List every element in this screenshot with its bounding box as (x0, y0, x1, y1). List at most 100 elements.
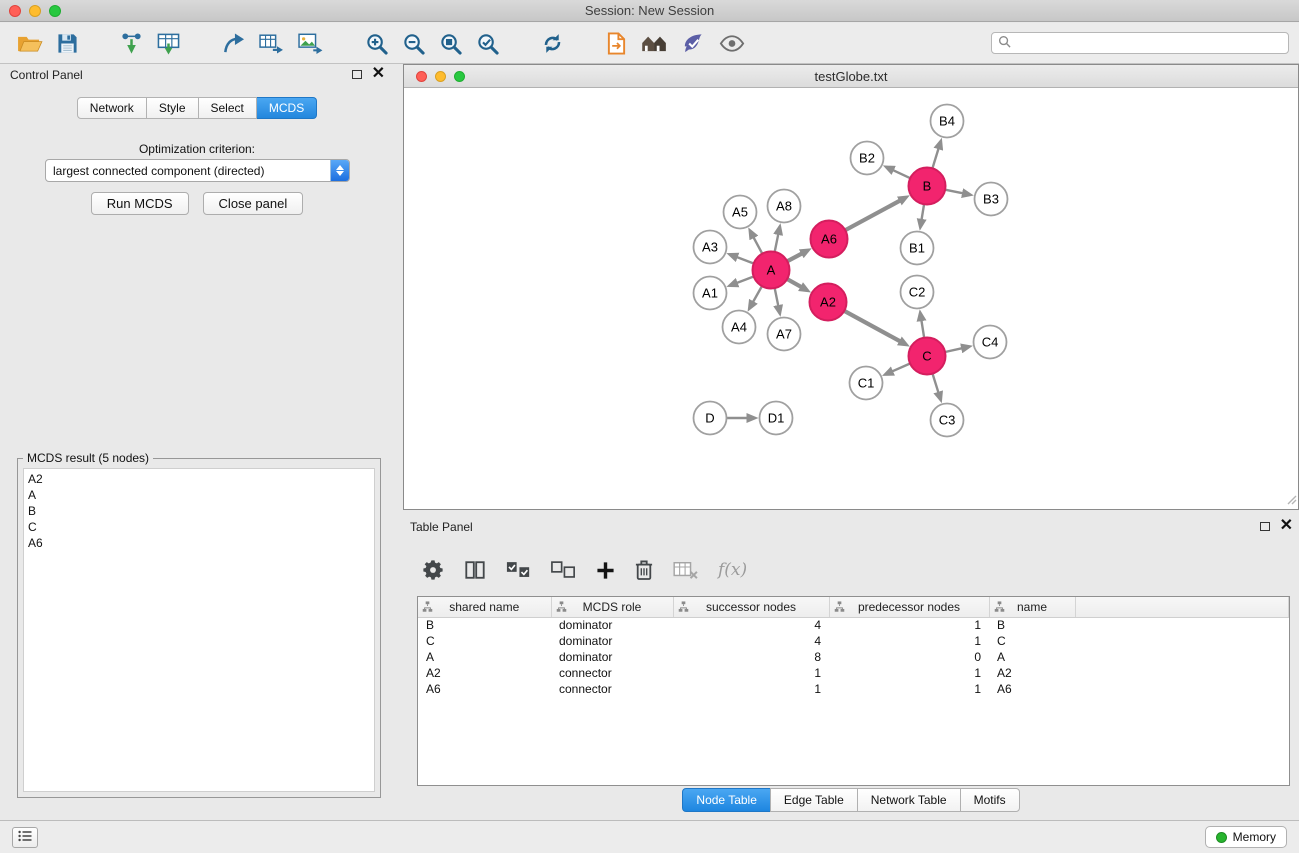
node-B4[interactable]: B4 (931, 105, 964, 138)
network-window-titlebar[interactable]: testGlobe.txt (404, 65, 1298, 88)
node-D[interactable]: D (694, 402, 727, 435)
tab-node-table[interactable]: Node Table (682, 788, 771, 812)
node-C[interactable]: C (909, 338, 946, 375)
node-A4[interactable]: A4 (723, 311, 756, 344)
column-header-predecessor-nodes[interactable]: predecessor nodes (829, 597, 989, 617)
edge-A-A5[interactable] (753, 237, 762, 254)
edge-A6-B[interactable] (845, 201, 900, 231)
minimize-network-button[interactable] (435, 71, 446, 82)
node-B2[interactable]: B2 (851, 142, 884, 175)
table-row[interactable]: A2connector11A2 (418, 665, 1289, 681)
export-table-button[interactable] (252, 29, 291, 57)
open-document-button[interactable] (599, 29, 634, 58)
node-A1[interactable]: A1 (694, 277, 727, 310)
edge-C-C4[interactable] (945, 348, 962, 352)
zoom-selected-button[interactable] (469, 29, 506, 58)
edge-B-B4[interactable] (932, 148, 938, 168)
help-button[interactable] (675, 29, 712, 58)
show-columns-button[interactable] (459, 556, 491, 584)
node-A[interactable]: A (753, 252, 790, 289)
search-input[interactable] (1015, 36, 1282, 50)
node-A8[interactable]: A8 (768, 190, 801, 223)
table-options-button[interactable] (417, 556, 449, 584)
export-network-button[interactable] (215, 29, 252, 58)
zoom-in-button[interactable] (358, 29, 395, 58)
node-A3[interactable]: A3 (694, 231, 727, 264)
edge-B-B1[interactable] (922, 204, 925, 220)
close-panel-icon[interactable]: ✕ (372, 69, 385, 79)
import-table-button[interactable] (150, 29, 187, 58)
node-C1[interactable]: C1 (850, 367, 883, 400)
show-graphics-details-button[interactable] (712, 32, 752, 55)
column-header-shared-name[interactable]: shared name (418, 597, 551, 617)
node-A6[interactable]: A6 (811, 221, 848, 258)
edge-A2-C[interactable] (844, 311, 900, 342)
delete-table-button[interactable] (668, 557, 704, 583)
node-B[interactable]: B (909, 168, 946, 205)
network-canvas[interactable]: B4B2BB3A5A8A6A3AB1A1A2C2A4A7C4CC1DD1C3 (404, 88, 1298, 509)
tab-mcds[interactable]: MCDS (257, 97, 317, 119)
minimize-window-button[interactable] (29, 5, 41, 17)
open-session-button[interactable] (10, 30, 50, 57)
criterion-select[interactable]: largest connected component (directed) (45, 159, 350, 182)
column-header-name[interactable]: name (989, 597, 1075, 617)
node-B3[interactable]: B3 (975, 183, 1008, 216)
edge-C-C1[interactable] (892, 363, 910, 371)
edge-B-B2[interactable] (893, 170, 910, 178)
edge-A-A1[interactable] (737, 277, 754, 283)
close-panel-button[interactable]: Close panel (203, 192, 304, 215)
close-table-panel-icon[interactable]: ✕ (1280, 521, 1293, 531)
edge-A-A7[interactable] (775, 288, 779, 306)
table-row[interactable]: Bdominator41B (418, 617, 1289, 633)
delete-column-button[interactable] (630, 556, 658, 584)
select-all-button[interactable] (501, 558, 536, 582)
edge-A-A6[interactable] (787, 253, 802, 261)
float-table-panel-icon[interactable] (1260, 522, 1270, 531)
tab-motifs[interactable]: Motifs (960, 788, 1020, 812)
memory-button[interactable]: Memory (1205, 826, 1287, 848)
table-row[interactable]: A6connector11A6 (418, 681, 1289, 697)
edge-A-A3[interactable] (737, 257, 754, 263)
node-C3[interactable]: C3 (931, 404, 964, 437)
node-B1[interactable]: B1 (901, 232, 934, 265)
float-panel-icon[interactable] (352, 70, 362, 79)
network-graph[interactable]: B4B2BB3A5A8A6A3AB1A1A2C2A4A7C4CC1DD1C3 (404, 88, 1298, 509)
home-button[interactable] (634, 30, 675, 56)
save-session-button[interactable] (50, 30, 85, 57)
close-window-button[interactable] (9, 5, 21, 17)
node-C2[interactable]: C2 (901, 276, 934, 309)
zoom-fit-button[interactable] (432, 29, 469, 58)
zoom-window-button[interactable] (49, 5, 61, 17)
function-builder-button[interactable]: f(x) (714, 560, 751, 580)
deselect-all-button[interactable] (546, 558, 581, 582)
tab-network-table[interactable]: Network Table (857, 788, 961, 812)
resize-grip-icon[interactable] (1285, 493, 1297, 508)
mcds-result-list[interactable]: A2ABCA6 (23, 468, 375, 792)
tab-select[interactable]: Select (199, 97, 257, 119)
edge-C-C3[interactable] (933, 374, 939, 393)
edge-C-C2[interactable] (921, 320, 924, 338)
zoom-network-button[interactable] (454, 71, 465, 82)
tab-style[interactable]: Style (147, 97, 199, 119)
edge-A-A2[interactable] (787, 279, 801, 287)
node-A7[interactable]: A7 (768, 318, 801, 351)
edge-B-B3[interactable] (945, 190, 963, 194)
node-A5[interactable]: A5 (724, 196, 757, 229)
edge-A-A4[interactable] (753, 286, 762, 302)
task-history-button[interactable] (12, 827, 38, 848)
edge-A-A8[interactable] (775, 234, 779, 252)
table-row[interactable]: Cdominator41C (418, 633, 1289, 649)
close-network-button[interactable] (416, 71, 427, 82)
import-network-button[interactable] (113, 29, 150, 58)
zoom-out-button[interactable] (395, 29, 432, 58)
tab-network[interactable]: Network (77, 97, 147, 119)
search-box[interactable] (991, 32, 1289, 54)
column-header-successor-nodes[interactable]: successor nodes (673, 597, 829, 617)
table-row[interactable]: Adominator80A (418, 649, 1289, 665)
node-A2[interactable]: A2 (810, 284, 847, 321)
run-mcds-button[interactable]: Run MCDS (91, 192, 189, 215)
export-image-button[interactable] (291, 29, 330, 57)
node-table-container[interactable]: shared nameMCDS rolesuccessor nodesprede… (417, 596, 1290, 786)
insert-column-button[interactable] (591, 558, 620, 583)
tab-edge-table[interactable]: Edge Table (770, 788, 858, 812)
